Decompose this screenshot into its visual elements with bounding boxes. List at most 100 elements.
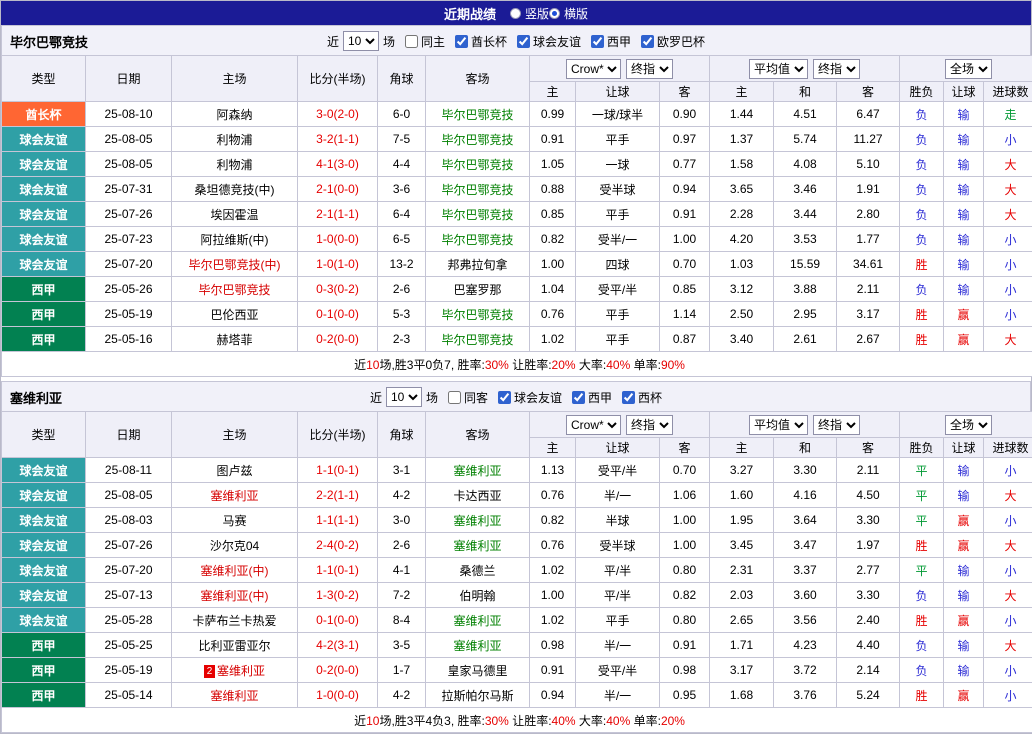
league-filter-2[interactable]: 西甲 <box>585 33 631 50</box>
home-team-link[interactable]: 阿拉维斯(中) <box>172 227 298 252</box>
score-link[interactable]: 3-0(2-0) <box>298 102 378 127</box>
away-team-link[interactable]: 毕尔巴鄂竞技 <box>426 152 530 177</box>
score-link[interactable]: 4-1(3-0) <box>298 152 378 177</box>
recent-count-select[interactable]: 10 <box>343 31 379 51</box>
score-link[interactable]: 1-1(0-1) <box>298 558 378 583</box>
score-link[interactable]: 0-2(0-0) <box>298 658 378 683</box>
layout-mode-radio-0[interactable]: 竖版 <box>510 5 549 22</box>
score-link[interactable]: 1-1(1-1) <box>298 508 378 533</box>
home-team-link[interactable]: 桑坦德竞技(中) <box>172 177 298 202</box>
away-team-link[interactable]: 邦弗拉旬拿 <box>426 252 530 277</box>
odds-home: 0.99 <box>530 102 576 127</box>
away-team-link[interactable]: 毕尔巴鄂竞技 <box>426 202 530 227</box>
home-team-link[interactable]: 马赛 <box>172 508 298 533</box>
away-team-link[interactable]: 毕尔巴鄂竞技 <box>426 227 530 252</box>
league-filter-3[interactable]: 欧罗巴杯 <box>635 33 705 50</box>
score-link[interactable]: 1-1(0-1) <box>298 458 378 483</box>
scope-select[interactable]: 全场 <box>945 415 992 435</box>
result-goals: 大 <box>984 202 1032 227</box>
away-team-link[interactable]: 塞维利亚 <box>426 533 530 558</box>
score-link[interactable]: 1-0(1-0) <box>298 252 378 277</box>
score-link[interactable]: 1-3(0-2) <box>298 583 378 608</box>
home-team-link[interactable]: 塞维利亚 <box>172 483 298 508</box>
home-team-link[interactable]: 塞维利亚 <box>172 683 298 708</box>
away-team-link[interactable]: 毕尔巴鄂竞技 <box>426 302 530 327</box>
score-link[interactable]: 2-4(0-2) <box>298 533 378 558</box>
away-team-link[interactable]: 拉斯帕尔马斯 <box>426 683 530 708</box>
away-team-link[interactable]: 巴塞罗那 <box>426 277 530 302</box>
same-venue-input[interactable] <box>448 391 461 404</box>
away-team-link[interactable]: 伯明翰 <box>426 583 530 608</box>
avg-draw: 5.74 <box>774 127 837 152</box>
result-handicap: 输 <box>944 458 984 483</box>
score-link[interactable]: 4-2(3-1) <box>298 633 378 658</box>
home-team-link[interactable]: 毕尔巴鄂竞技(中) <box>172 252 298 277</box>
league-filter-input[interactable] <box>498 391 511 404</box>
away-team-link[interactable]: 塞维利亚 <box>426 508 530 533</box>
same-venue-checkbox[interactable]: 同主 <box>399 33 445 50</box>
league-filter-input[interactable] <box>641 35 654 48</box>
away-team-link[interactable]: 塞维利亚 <box>426 608 530 633</box>
away-team-link[interactable]: 塞维利亚 <box>426 633 530 658</box>
home-team-link[interactable]: 塞维利亚(中) <box>172 583 298 608</box>
scope-select[interactable]: 全场 <box>945 59 992 79</box>
score-link[interactable]: 3-2(1-1) <box>298 127 378 152</box>
odds-source-select[interactable]: 终指 <box>626 59 673 79</box>
avg-source-select[interactable]: 终指 <box>813 59 860 79</box>
avg-source-select[interactable]: 平均值 <box>749 415 808 435</box>
home-team-link[interactable]: 阿森纳 <box>172 102 298 127</box>
score-link[interactable]: 2-1(1-1) <box>298 202 378 227</box>
home-team-link[interactable]: 塞维利亚(中) <box>172 558 298 583</box>
score-link[interactable]: 0-2(0-0) <box>298 327 378 352</box>
home-team-name: 塞维利亚 <box>210 689 258 703</box>
league-filter-0[interactable]: 球会友谊 <box>492 389 562 406</box>
away-team-link[interactable]: 塞维利亚 <box>426 458 530 483</box>
home-team-link[interactable]: 卡萨布兰卡热爱 <box>172 608 298 633</box>
home-team-link[interactable]: 利物浦 <box>172 127 298 152</box>
date-cell: 25-07-20 <box>86 558 172 583</box>
away-team-link[interactable]: 毕尔巴鄂竞技 <box>426 177 530 202</box>
home-team-link[interactable]: 图卢兹 <box>172 458 298 483</box>
score-link[interactable]: 0-1(0-0) <box>298 608 378 633</box>
away-team-link[interactable]: 毕尔巴鄂竞技 <box>426 327 530 352</box>
score-link[interactable]: 1-0(0-0) <box>298 683 378 708</box>
same-venue-input[interactable] <box>405 35 418 48</box>
away-team-link[interactable]: 卡达西亚 <box>426 483 530 508</box>
away-team-link[interactable]: 皇家马德里 <box>426 658 530 683</box>
away-team-link[interactable]: 毕尔巴鄂竞技 <box>426 127 530 152</box>
home-team-link[interactable]: 埃因霍温 <box>172 202 298 227</box>
league-filter-input[interactable] <box>572 391 585 404</box>
league-filter-1[interactable]: 球会友谊 <box>511 33 581 50</box>
away-team-link[interactable]: 毕尔巴鄂竞技 <box>426 102 530 127</box>
same-venue-checkbox[interactable]: 同客 <box>442 389 488 406</box>
league-filter-input[interactable] <box>517 35 530 48</box>
avg-source-select[interactable]: 终指 <box>813 415 860 435</box>
home-team-link[interactable]: 巴伦西亚 <box>172 302 298 327</box>
odds-source-select[interactable]: 终指 <box>626 415 673 435</box>
home-team-link[interactable]: 利物浦 <box>172 152 298 177</box>
score-link[interactable]: 2-1(0-0) <box>298 177 378 202</box>
league-filter-input[interactable] <box>591 35 604 48</box>
league-filter-2[interactable]: 西杯 <box>616 389 662 406</box>
home-team-link[interactable]: 2塞维利亚 <box>172 658 298 683</box>
result-handicap: 赢 <box>944 302 984 327</box>
score-link[interactable]: 1-0(0-0) <box>298 227 378 252</box>
league-filter-label: 酋长杯 <box>471 33 507 50</box>
league-filter-input[interactable] <box>622 391 635 404</box>
avg-source-select[interactable]: 平均值 <box>749 59 808 79</box>
home-team-link[interactable]: 沙尔克04 <box>172 533 298 558</box>
odds-source-select[interactable]: Crow* <box>566 59 621 79</box>
league-filter-1[interactable]: 西甲 <box>566 389 612 406</box>
layout-mode-radio-1[interactable]: 横版 <box>549 5 588 22</box>
score-link[interactable]: 2-2(1-1) <box>298 483 378 508</box>
home-team-link[interactable]: 毕尔巴鄂竞技 <box>172 277 298 302</box>
league-filter-input[interactable] <box>455 35 468 48</box>
odds-source-select[interactable]: Crow* <box>566 415 621 435</box>
away-team-link[interactable]: 桑德兰 <box>426 558 530 583</box>
score-link[interactable]: 0-3(0-2) <box>298 277 378 302</box>
home-team-link[interactable]: 赫塔菲 <box>172 327 298 352</box>
score-link[interactable]: 0-1(0-0) <box>298 302 378 327</box>
home-team-link[interactable]: 比利亚雷亚尔 <box>172 633 298 658</box>
league-filter-0[interactable]: 酋长杯 <box>449 33 507 50</box>
recent-count-select[interactable]: 10 <box>386 387 422 407</box>
